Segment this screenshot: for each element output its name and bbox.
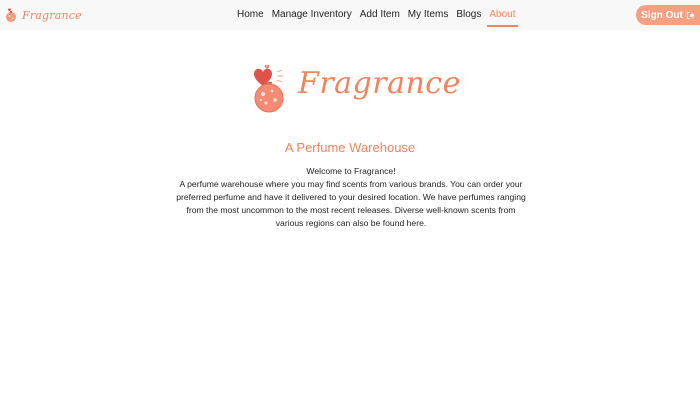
nav-blogs[interactable]: Blogs bbox=[452, 0, 485, 30]
sign-out-button[interactable]: Sign Out bbox=[636, 5, 700, 25]
nav-about[interactable]: About bbox=[485, 0, 519, 30]
page-heading: A Perfume Warehouse bbox=[284, 140, 416, 155]
nav-manage-inventory[interactable]: Manage Inventory bbox=[268, 0, 356, 30]
hero-logo-text: Fragrance bbox=[298, 66, 461, 101]
brand-name: Fragrance bbox=[22, 8, 82, 22]
nav-add-item[interactable]: Add Item bbox=[356, 0, 404, 30]
top-navbar: Fragrance Home Manage Inventory Add Item… bbox=[0, 0, 700, 30]
welcome-line: Welcome to Fragrance! bbox=[306, 166, 396, 176]
about-description: Welcome to Fragrance! A perfume warehous… bbox=[176, 165, 526, 230]
sign-out-label: Sign Out bbox=[641, 9, 683, 21]
main-nav: Home Manage Inventory Add Item My Items … bbox=[233, 0, 520, 30]
perfume-bottle-icon bbox=[6, 8, 16, 22]
description-paragraph: A perfume warehouse where you may find s… bbox=[176, 179, 526, 228]
sign-out-icon bbox=[686, 11, 695, 20]
nav-home[interactable]: Home bbox=[233, 0, 268, 30]
brand-logo-link[interactable]: Fragrance bbox=[5, 3, 82, 27]
nav-my-items[interactable]: My Items bbox=[404, 0, 453, 30]
